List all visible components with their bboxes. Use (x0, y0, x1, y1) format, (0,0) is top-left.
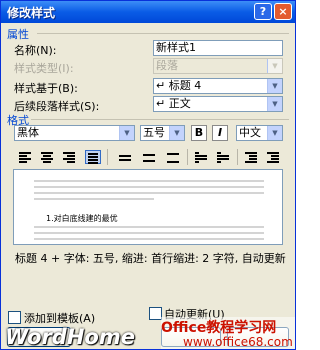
toolbar-separator (107, 149, 108, 165)
style-type-label: 样式类型(I): (14, 62, 74, 75)
office68-logo-url: www.office68.com (183, 335, 293, 349)
one-half-spacing-button[interactable] (141, 150, 157, 164)
style-type-value: 段落 (156, 59, 178, 72)
font-size-select[interactable]: 五号 ▼ (140, 125, 185, 141)
script-select[interactable]: 中文 ▼ (236, 125, 283, 141)
chevron-down-icon: ▼ (267, 59, 282, 73)
modify-style-dialog: 修改样式 ? × 属性 名称(N): 新样式1 样式类型(I): 段落 ▼ 样式… (0, 0, 296, 350)
based-on-value: ↵ 标题 4 (156, 79, 202, 92)
chevron-down-icon[interactable]: ▼ (267, 126, 282, 140)
help-button[interactable]: ? (254, 3, 272, 20)
align-center-button[interactable] (39, 150, 55, 164)
properties-divider (37, 33, 289, 34)
double-spacing-button[interactable] (165, 150, 181, 164)
bold-button[interactable]: B (191, 125, 207, 141)
name-label: 名称(N): (14, 44, 57, 57)
dialog-title: 修改样式 (7, 6, 56, 20)
decrease-indent-icon[interactable] (243, 150, 259, 164)
font-value: 黑体 (17, 126, 39, 139)
chevron-down-icon[interactable]: ▼ (119, 126, 134, 140)
toolbar-separator (187, 149, 188, 165)
following-style-select[interactable]: ↵ 正文 ▼ (153, 96, 283, 112)
increase-space-before-icon[interactable] (193, 150, 209, 164)
chevron-down-icon[interactable]: ▼ (267, 79, 282, 93)
style-description: 标题 4 + 字体: 五号, 缩进: 首行缩进: 2 字符, 自动更新 (15, 252, 286, 265)
script-value: 中文 (239, 126, 261, 139)
single-spacing-button[interactable] (117, 150, 133, 164)
style-type-select: 段落 ▼ (153, 58, 283, 74)
based-on-label: 样式基于(B): (14, 82, 78, 95)
chevron-down-icon[interactable]: ▼ (267, 97, 282, 111)
decrease-space-before-icon[interactable] (215, 150, 231, 164)
align-left-button[interactable] (17, 150, 33, 164)
properties-group-label: 属性 (7, 28, 29, 41)
justify-button[interactable] (85, 150, 101, 164)
wordhome-logo: WordHome (5, 325, 135, 349)
font-select[interactable]: 黑体 ▼ (14, 125, 135, 141)
based-on-select[interactable]: ↵ 标题 4 ▼ (153, 78, 283, 94)
font-size-value: 五号 (143, 126, 165, 139)
close-button[interactable]: × (274, 3, 292, 20)
chevron-down-icon[interactable]: ▼ (169, 126, 184, 140)
name-input[interactable]: 新样式1 (153, 40, 283, 56)
preview-sample-text: 1.对白底线建的最优 (46, 214, 118, 223)
format-divider (31, 119, 289, 120)
office68-logo-title: Office教程学习网 (161, 320, 277, 336)
italic-button[interactable]: I (212, 125, 228, 141)
style-preview: 1.对白底线建的最优 (13, 169, 283, 245)
title-bar: 修改样式 ? × (1, 1, 295, 23)
office68-logo: Office教程学习网 www.office68.com (161, 317, 295, 349)
increase-indent-icon[interactable] (265, 150, 281, 164)
align-right-button[interactable] (61, 150, 77, 164)
following-style-value: ↵ 正文 (156, 97, 191, 110)
toolbar-separator (237, 149, 238, 165)
